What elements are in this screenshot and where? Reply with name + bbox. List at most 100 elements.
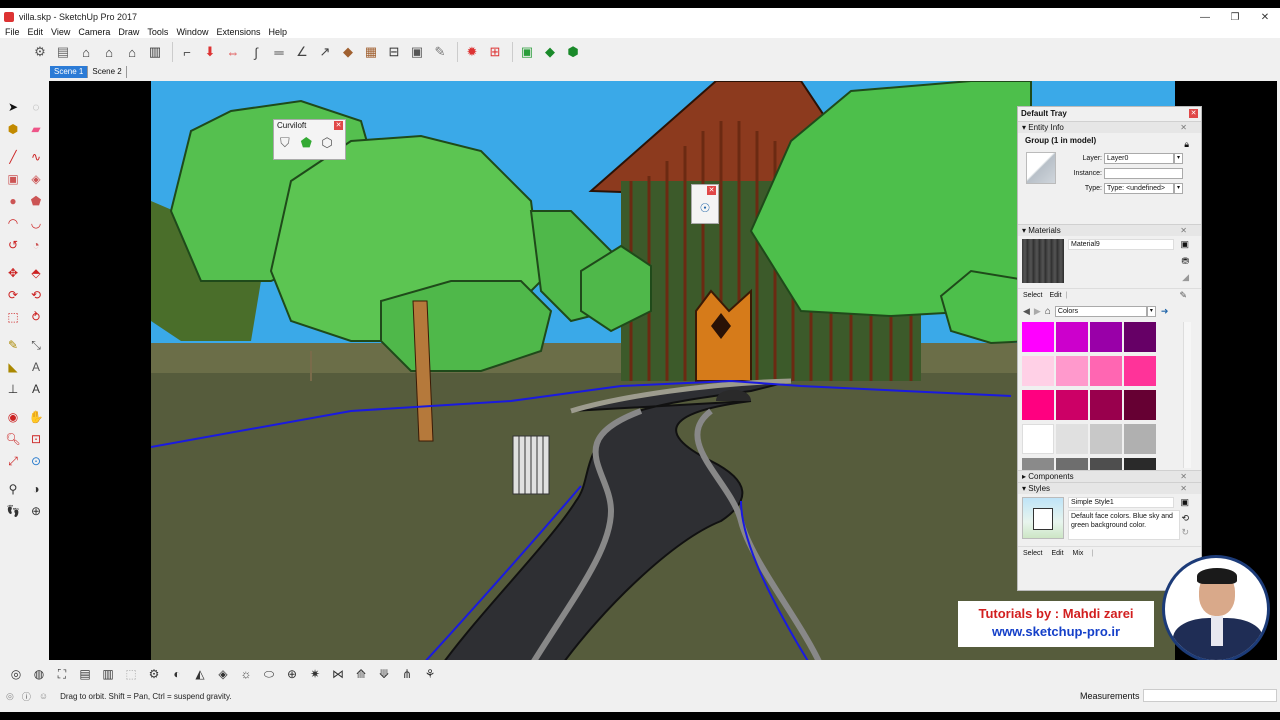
materials-edit-tab[interactable]: Edit <box>1049 292 1061 299</box>
stairs-icon[interactable]: ▣ <box>407 42 427 62</box>
layer-select[interactable]: Layer0 <box>1104 153 1174 164</box>
material-swatch[interactable] <box>1056 424 1088 454</box>
curviloft-close-icon[interactable]: ✕ <box>334 121 343 130</box>
follow-me-icon[interactable]: ∫ <box>246 42 266 62</box>
menu-help[interactable]: Help <box>268 27 287 37</box>
secondary-pane-icon[interactable]: ↻ <box>1181 527 1189 538</box>
rotate-tool-icon[interactable]: ↗ <box>315 42 335 62</box>
styles-select-tab[interactable]: Select <box>1023 550 1042 557</box>
arc-2pt-icon[interactable]: ◡ <box>26 213 46 233</box>
iso-view-icon[interactable]: ⚙ <box>30 42 50 62</box>
sandbox-icon[interactable]: ⌐ <box>177 42 197 62</box>
intersect-icon[interactable]: ◭ <box>190 664 210 684</box>
home-icon[interactable]: ⌂ <box>1045 306 1051 317</box>
material-swatch[interactable] <box>1124 458 1156 470</box>
orbit-icon[interactable]: ◉ <box>3 407 23 427</box>
previous-view-icon[interactable]: ⊙ <box>26 451 46 471</box>
loft-along-path-icon[interactable]: ⬡ <box>321 135 339 153</box>
maximize-button[interactable]: ❐ <box>1220 8 1250 26</box>
details-arrow-icon[interactable]: ➜ <box>1161 306 1169 317</box>
select-arrow-icon[interactable]: ➤ <box>3 97 23 117</box>
shape-bender-icon[interactable]: ◆ <box>338 42 358 62</box>
material-swatch[interactable] <box>1022 458 1054 470</box>
circle-icon[interactable]: ● <box>3 191 23 211</box>
sandbox-from-scratch-icon[interactable]: ◍ <box>29 664 49 684</box>
stamp-icon[interactable]: ▤ <box>75 664 95 684</box>
back-view-icon[interactable]: ⌂ <box>122 42 142 62</box>
material-swatch[interactable] <box>1090 356 1122 386</box>
style-name-field[interactable]: Simple Style1 <box>1068 497 1174 508</box>
flip-edge-icon[interactable]: ⚙ <box>144 664 164 684</box>
menu-draw[interactable]: Draw <box>118 27 139 37</box>
menu-view[interactable]: View <box>51 27 70 37</box>
union-icon[interactable]: ◈ <box>213 664 233 684</box>
section-icon[interactable]: ⊕ <box>26 501 46 521</box>
material-swatch[interactable] <box>1124 390 1156 420</box>
dimension-icon[interactable]: ⊟ <box>384 42 404 62</box>
solid-outer-shell-icon[interactable]: ◐ <box>167 664 187 684</box>
material-swatch[interactable] <box>1056 356 1088 386</box>
text-tool-icon[interactable]: A <box>26 357 46 377</box>
type-dropdown-icon[interactable]: ▾ <box>1174 183 1183 194</box>
components-header[interactable]: ▸ Components ✕ <box>1018 470 1201 482</box>
instance-field[interactable] <box>1104 168 1183 179</box>
position-camera-icon[interactable]: ⚲ <box>3 479 23 499</box>
type-select[interactable]: Type: <undefined> <box>1104 183 1174 194</box>
globe-icon[interactable]: ⊕ <box>282 664 302 684</box>
xray-icon[interactable]: ⟰ <box>351 664 371 684</box>
back-arrow-icon[interactable]: ◀ <box>1023 306 1030 317</box>
geo-location-icon[interactable]: ✷ <box>305 664 325 684</box>
hidden-line-icon[interactable]: ⟱ <box>374 664 394 684</box>
zoom-icon[interactable]: 🔍︎ <box>3 429 23 449</box>
offset-icon[interactable]: ⥁ <box>26 307 46 327</box>
tab-scene-2[interactable]: Scene 2 <box>88 66 127 78</box>
update-style-icon[interactable]: ⟲ <box>1181 513 1189 524</box>
measurements-box[interactable] <box>1143 689 1277 702</box>
walk-icon[interactable]: 👣︎ <box>3 501 23 521</box>
eyedropper-icon[interactable]: ✎ <box>1179 290 1187 301</box>
arc-icon[interactable]: ◠ <box>3 213 23 233</box>
right-view-icon[interactable]: ⌂ <box>99 42 119 62</box>
protractor-icon[interactable]: ◣ <box>3 357 23 377</box>
eraser-icon[interactable]: ▰ <box>26 119 46 139</box>
material-swatch[interactable] <box>1090 390 1122 420</box>
pie-icon[interactable]: ◔ <box>26 235 46 255</box>
follow-me-tool-icon[interactable]: ⟲ <box>26 285 46 305</box>
materials-select-tab[interactable]: Select <box>1023 292 1042 299</box>
material-swatch[interactable] <box>1056 458 1088 470</box>
add-detail-icon[interactable]: ⬚ <box>121 664 141 684</box>
tape-measure-icon[interactable]: ✎ <box>3 335 23 355</box>
material-swatch[interactable] <box>1056 322 1088 352</box>
zoom-extents-icon[interactable]: ⤢ <box>3 451 23 471</box>
top-view-icon[interactable]: ▤ <box>53 42 73 62</box>
menu-window[interactable]: Window <box>176 27 208 37</box>
dimensions-icon[interactable]: ⤡ <box>26 335 46 355</box>
3d-text-icon[interactable]: A <box>26 379 46 399</box>
material-swatch[interactable] <box>1056 390 1088 420</box>
line-tool-icon[interactable]: ∠ <box>292 42 312 62</box>
front-view-icon[interactable]: ⌂ <box>76 42 96 62</box>
move-icon[interactable]: ✥ <box>3 263 23 283</box>
loft-by-spline-icon[interactable]: ⛉ <box>280 135 298 153</box>
paint-bucket-icon[interactable]: ⬢ <box>3 119 23 139</box>
look-around-icon[interactable]: ◑ <box>26 479 46 499</box>
close-button[interactable]: ✕ <box>1250 8 1280 26</box>
move-red-icon[interactable]: ⇔ <box>223 42 243 62</box>
wood-frame-icon[interactable]: ▦ <box>361 42 381 62</box>
swatch-scrollbar[interactable] <box>1183 322 1191 468</box>
section-plane-icon[interactable]: ═ <box>269 42 289 62</box>
material-swatch[interactable] <box>1090 322 1122 352</box>
menu-tools[interactable]: Tools <box>147 27 168 37</box>
left-view-icon[interactable]: ▥ <box>145 42 165 62</box>
material-swatch[interactable] <box>1090 424 1122 454</box>
rotate-icon[interactable]: ⟳ <box>3 285 23 305</box>
push-pull-red-icon[interactable]: ⬇ <box>200 42 220 62</box>
smoove-icon[interactable]: ⛶ <box>52 664 72 684</box>
fredo-tool-icon[interactable]: ☉ <box>692 201 718 215</box>
layer-dropdown-icon[interactable]: ▾ <box>1174 153 1183 164</box>
arc-3pt-icon[interactable]: ↺ <box>3 235 23 255</box>
zoom-window-icon[interactable]: ⊡ <box>26 429 46 449</box>
small-toolbar-close-icon[interactable]: ✕ <box>707 186 716 195</box>
fog-icon[interactable]: ⬭ <box>259 664 279 684</box>
menu-camera[interactable]: Camera <box>78 27 110 37</box>
